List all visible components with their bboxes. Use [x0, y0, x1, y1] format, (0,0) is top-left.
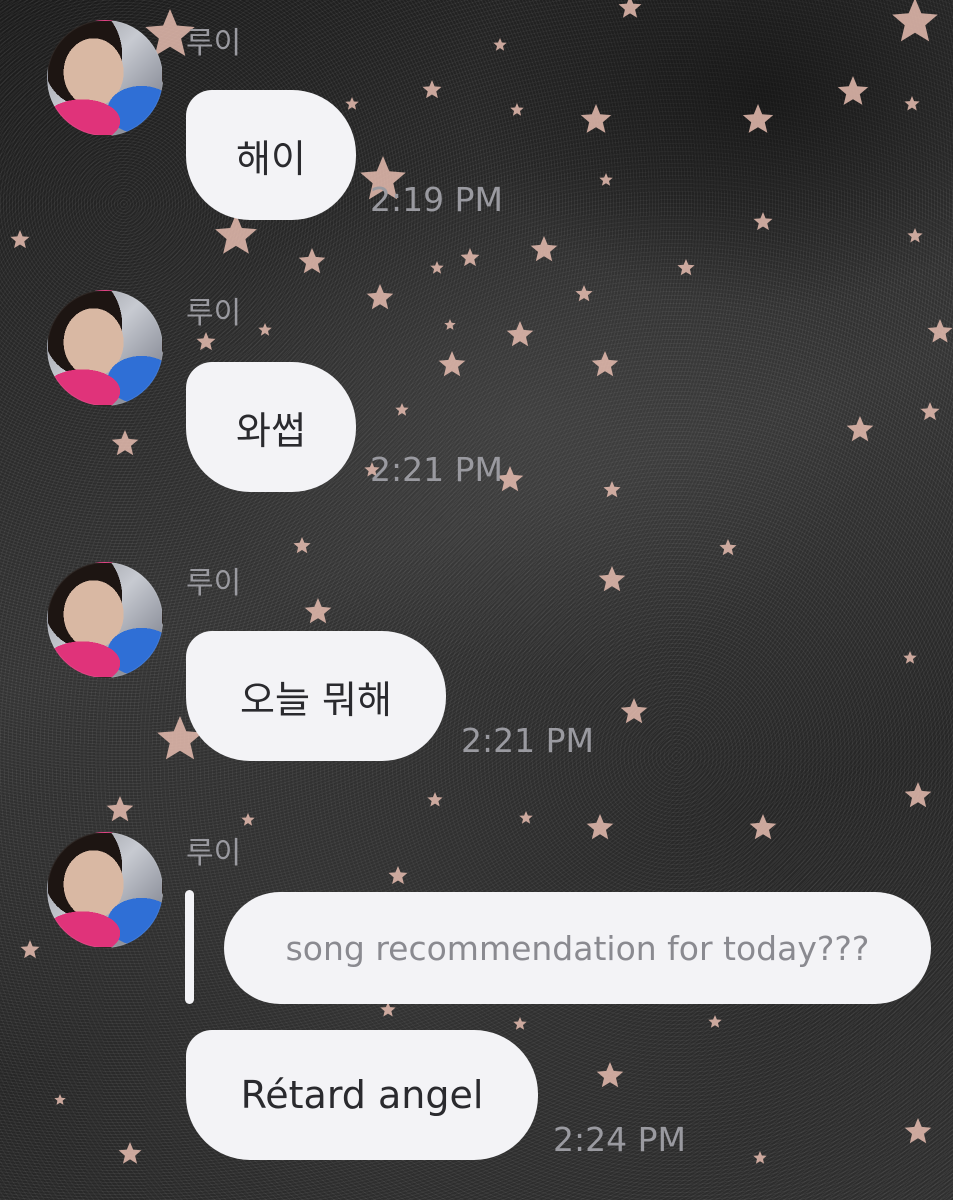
sender-name: 루이 — [186, 296, 242, 331]
star-decoration — [586, 814, 614, 840]
star-decoration — [258, 323, 272, 336]
message-text: 해이 — [236, 136, 306, 181]
star-decoration — [903, 651, 917, 664]
star-decoration — [118, 1142, 142, 1164]
message-time: 2:19 PM — [370, 180, 503, 219]
star-decoration — [293, 537, 311, 554]
sender-name: 루이 — [186, 566, 242, 601]
star-decoration — [927, 319, 953, 343]
reply-indicator-bar — [185, 890, 194, 1004]
star-decoration — [837, 76, 869, 105]
star-decoration — [430, 261, 444, 274]
message-time: 2:24 PM — [553, 1120, 686, 1159]
star-decoration — [603, 481, 621, 498]
star-decoration — [388, 866, 408, 885]
sender-name: 루이 — [186, 836, 242, 871]
star-decoration — [444, 319, 456, 330]
star-decoration — [513, 1017, 527, 1030]
star-decoration — [904, 96, 920, 111]
star-decoration — [753, 1151, 767, 1164]
star-decoration — [111, 430, 139, 456]
star-decoration — [54, 1094, 66, 1105]
star-decoration — [10, 230, 30, 249]
star-decoration — [422, 80, 442, 99]
star-decoration — [438, 351, 466, 377]
star-decoration — [708, 1015, 722, 1028]
message-text: 오늘 뭐해 — [240, 677, 392, 722]
star-decoration — [345, 97, 359, 110]
star-decoration — [753, 212, 773, 231]
star-decoration — [395, 403, 409, 416]
star-decoration — [599, 173, 613, 186]
star-decoration — [618, 0, 642, 18]
star-decoration — [846, 416, 874, 442]
star-decoration — [907, 228, 923, 243]
message-text: 와썹 — [236, 408, 306, 453]
star-decoration — [904, 782, 932, 808]
star-decoration — [241, 813, 255, 826]
star-decoration — [892, 0, 938, 42]
avatar[interactable] — [47, 20, 163, 136]
star-decoration — [575, 285, 593, 302]
reply-quote-text: song recommendation for today??? — [285, 928, 870, 968]
star-decoration — [427, 792, 443, 807]
star-decoration — [742, 104, 774, 133]
star-decoration — [298, 248, 326, 274]
message-bubble[interactable]: 해이 — [186, 90, 356, 220]
star-decoration — [510, 103, 524, 116]
avatar[interactable] — [47, 832, 163, 948]
avatar[interactable] — [47, 562, 163, 678]
message-bubble[interactable]: 오늘 뭐해 — [186, 631, 446, 761]
star-decoration — [920, 402, 940, 421]
star-decoration — [493, 38, 507, 51]
star-decoration — [20, 940, 40, 959]
star-decoration — [598, 566, 626, 592]
message-bubble[interactable]: 와썹 — [186, 362, 356, 492]
avatar[interactable] — [47, 290, 163, 406]
star-decoration — [596, 1062, 624, 1088]
star-decoration — [460, 248, 480, 267]
star-decoration — [904, 1118, 932, 1144]
star-decoration — [530, 236, 558, 262]
star-decoration — [304, 598, 332, 624]
star-decoration — [106, 796, 134, 822]
reply-quote[interactable]: song recommendation for today??? — [224, 892, 931, 1004]
message-time: 2:21 PM — [370, 450, 503, 489]
star-decoration — [719, 539, 737, 556]
sender-name: 루이 — [186, 26, 242, 61]
message-time: 2:21 PM — [461, 721, 594, 760]
star-decoration — [749, 814, 777, 840]
star-decoration — [366, 284, 394, 310]
star-decoration — [519, 811, 533, 824]
star-decoration — [620, 698, 648, 724]
star-decoration — [196, 332, 216, 351]
star-decoration — [506, 321, 534, 347]
message-text: Rétard angel — [240, 1073, 484, 1117]
star-decoration — [580, 104, 612, 133]
star-decoration — [677, 259, 695, 276]
message-bubble[interactable]: Rétard angel — [186, 1030, 538, 1160]
star-decoration — [591, 351, 619, 377]
star-decoration — [380, 1002, 396, 1017]
